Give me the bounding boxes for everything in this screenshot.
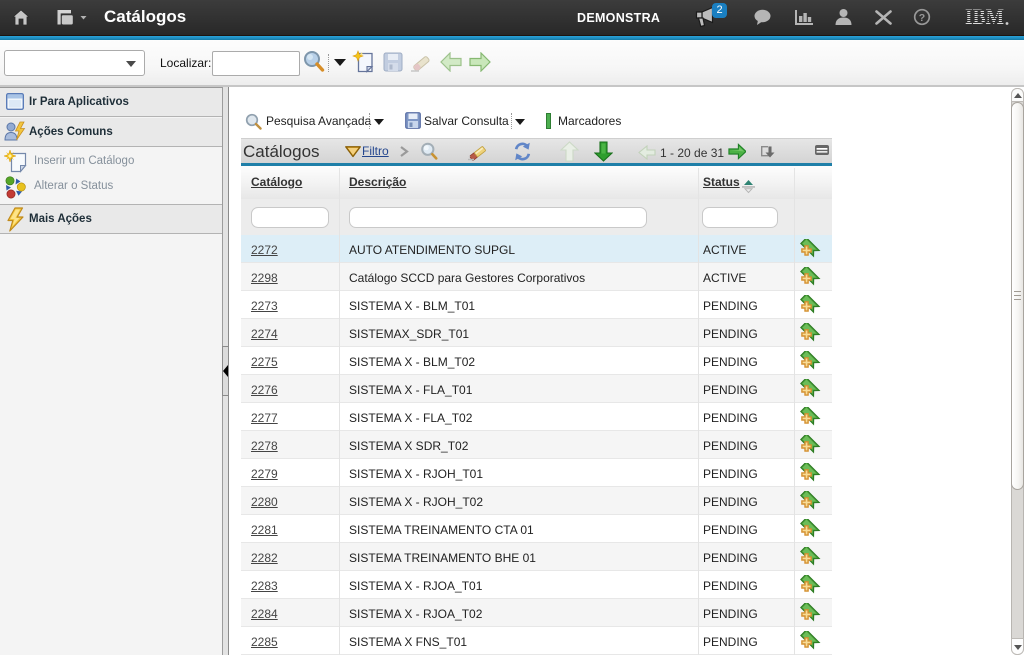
svg-text:IBM: IBM <box>965 5 1004 27</box>
svg-text:?: ? <box>919 12 925 24</box>
